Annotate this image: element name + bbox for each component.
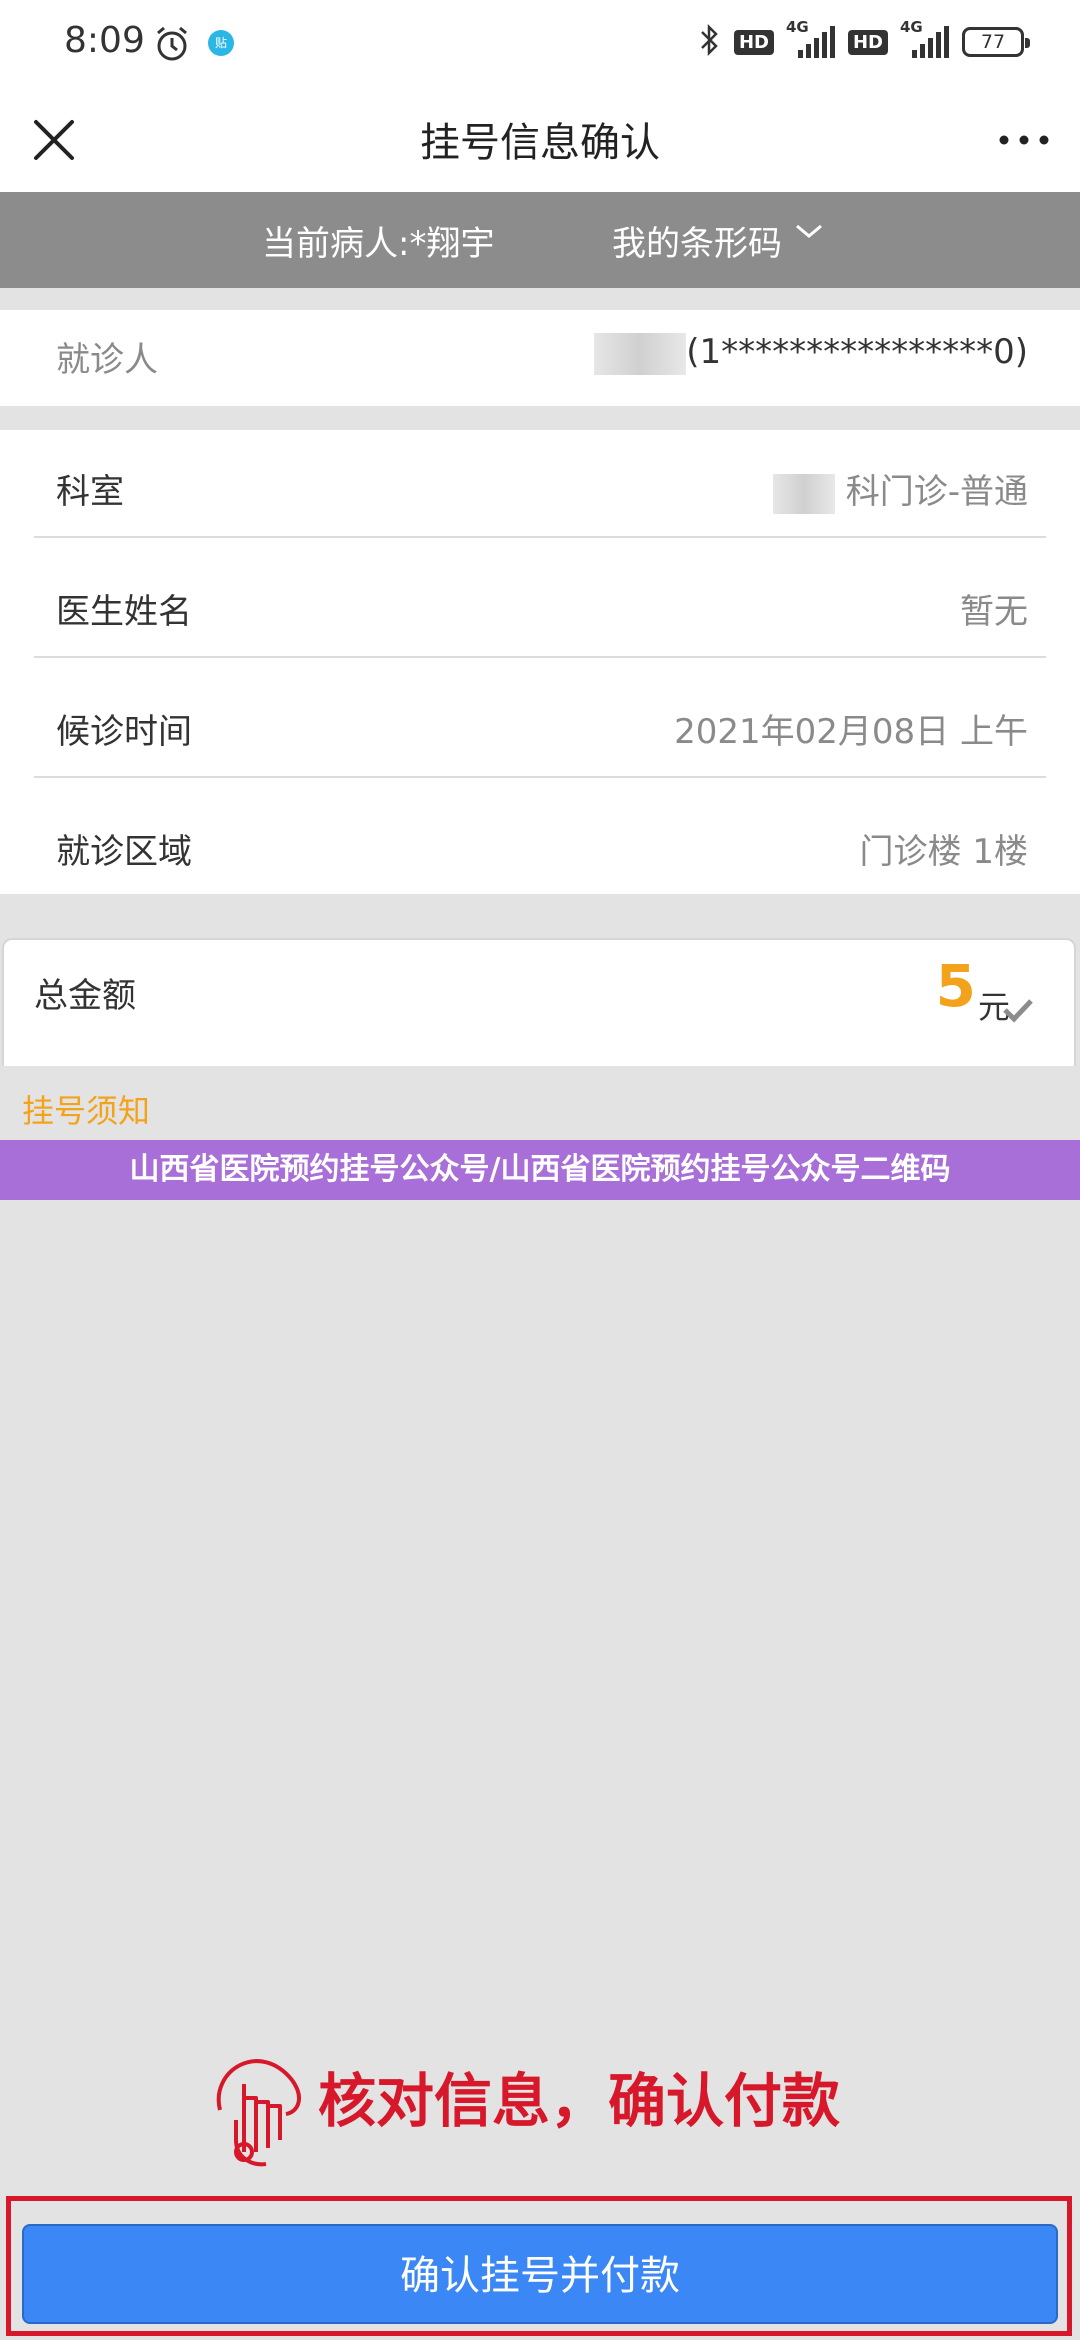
barcode-label: 我的条形码 — [612, 224, 782, 264]
confirm-and-pay-button[interactable]: 确认挂号并付款 — [22, 2224, 1058, 2324]
status-indicators: HD 4G HD 4G 77 — [698, 18, 1030, 62]
visitor-id: (1****************0) — [686, 332, 1028, 372]
nav-bar: 挂号信息确认 — [0, 88, 1080, 192]
divider — [34, 776, 1046, 778]
area-label: 就诊区域 — [56, 832, 192, 872]
signal-strength-icon-2: 4G — [900, 18, 950, 62]
app-notification-icon: 贴 — [208, 30, 234, 56]
visitor-card: 就诊人 (1****************0) — [0, 310, 1080, 406]
status-bar: 8:09 贴 HD 4G HD 4G 77 — [0, 0, 1080, 88]
doctor-label: 医生姓名 — [56, 592, 192, 632]
amount-value: 5 — [935, 952, 976, 1020]
redacted-department — [772, 473, 835, 514]
hd-badge-2: HD — [847, 29, 888, 55]
more-options-icon[interactable] — [992, 112, 1056, 168]
department-label: 科室 — [56, 472, 124, 512]
visitor-value: (1****************0) — [594, 332, 1028, 375]
status-time: 8:09 — [64, 20, 145, 61]
wait-time-label: 候诊时间 — [56, 712, 192, 752]
watermark-banner: 山西省医院预约挂号公众号/山西省医院预约挂号公众号二维码 — [0, 1140, 1080, 1200]
doctor-row: 医生姓名 暂无 — [0, 550, 1080, 670]
page-title: 挂号信息确认 — [420, 120, 660, 166]
department-text: 科门诊-普通 — [845, 472, 1028, 512]
area-row: 就诊区域 门诊楼 1楼 — [0, 790, 1080, 910]
network-type-label-2: 4G — [900, 18, 923, 36]
battery-icon: 77 — [962, 27, 1030, 57]
signal-strength-icon: 4G — [786, 18, 836, 62]
network-type-label: 4G — [785, 18, 809, 36]
divider — [34, 656, 1046, 658]
area-value: 门诊楼 1楼 — [859, 832, 1028, 872]
patient-bar: 当前病人:*翔宇 我的条形码 — [0, 192, 1080, 288]
checkmark-icon — [1002, 996, 1034, 1028]
wait-time-value: 2021年02月08日 上午 — [674, 712, 1028, 752]
visitor-row: 就诊人 (1****************0) — [0, 310, 1080, 406]
instruction-annotation: 核对信息，确认付款 — [200, 2040, 920, 2200]
wait-time-row: 候诊时间 2021年02月08日 上午 — [0, 670, 1080, 790]
current-patient[interactable]: 当前病人:*翔宇 — [262, 216, 494, 265]
divider — [34, 536, 1046, 538]
visitor-label: 就诊人 — [56, 340, 158, 380]
hd-badge: HD — [733, 29, 774, 55]
doctor-value: 暂无 — [960, 592, 1028, 632]
department-value: 科门诊-普通 — [772, 464, 1028, 514]
pointing-hand-icon — [200, 2040, 310, 2184]
chevron-down-icon — [795, 224, 822, 238]
barcode-dropdown[interactable]: 我的条形码 — [612, 216, 825, 265]
bluetooth-icon — [698, 22, 722, 62]
redacted-name — [594, 332, 687, 375]
amount-card: 总金额 5 元 — [2, 938, 1076, 1066]
department-row: 科室 科门诊-普通 — [0, 430, 1080, 550]
instruction-text: 核对信息，确认付款 — [318, 2067, 841, 2135]
alarm-icon — [152, 24, 192, 68]
details-card: 科室 科门诊-普通 医生姓名 暂无 候诊时间 2021年02月08日 上午 就诊… — [0, 430, 1080, 894]
registration-notice-link[interactable]: 挂号须知 — [22, 1086, 150, 1132]
amount-label: 总金额 — [34, 976, 136, 1016]
